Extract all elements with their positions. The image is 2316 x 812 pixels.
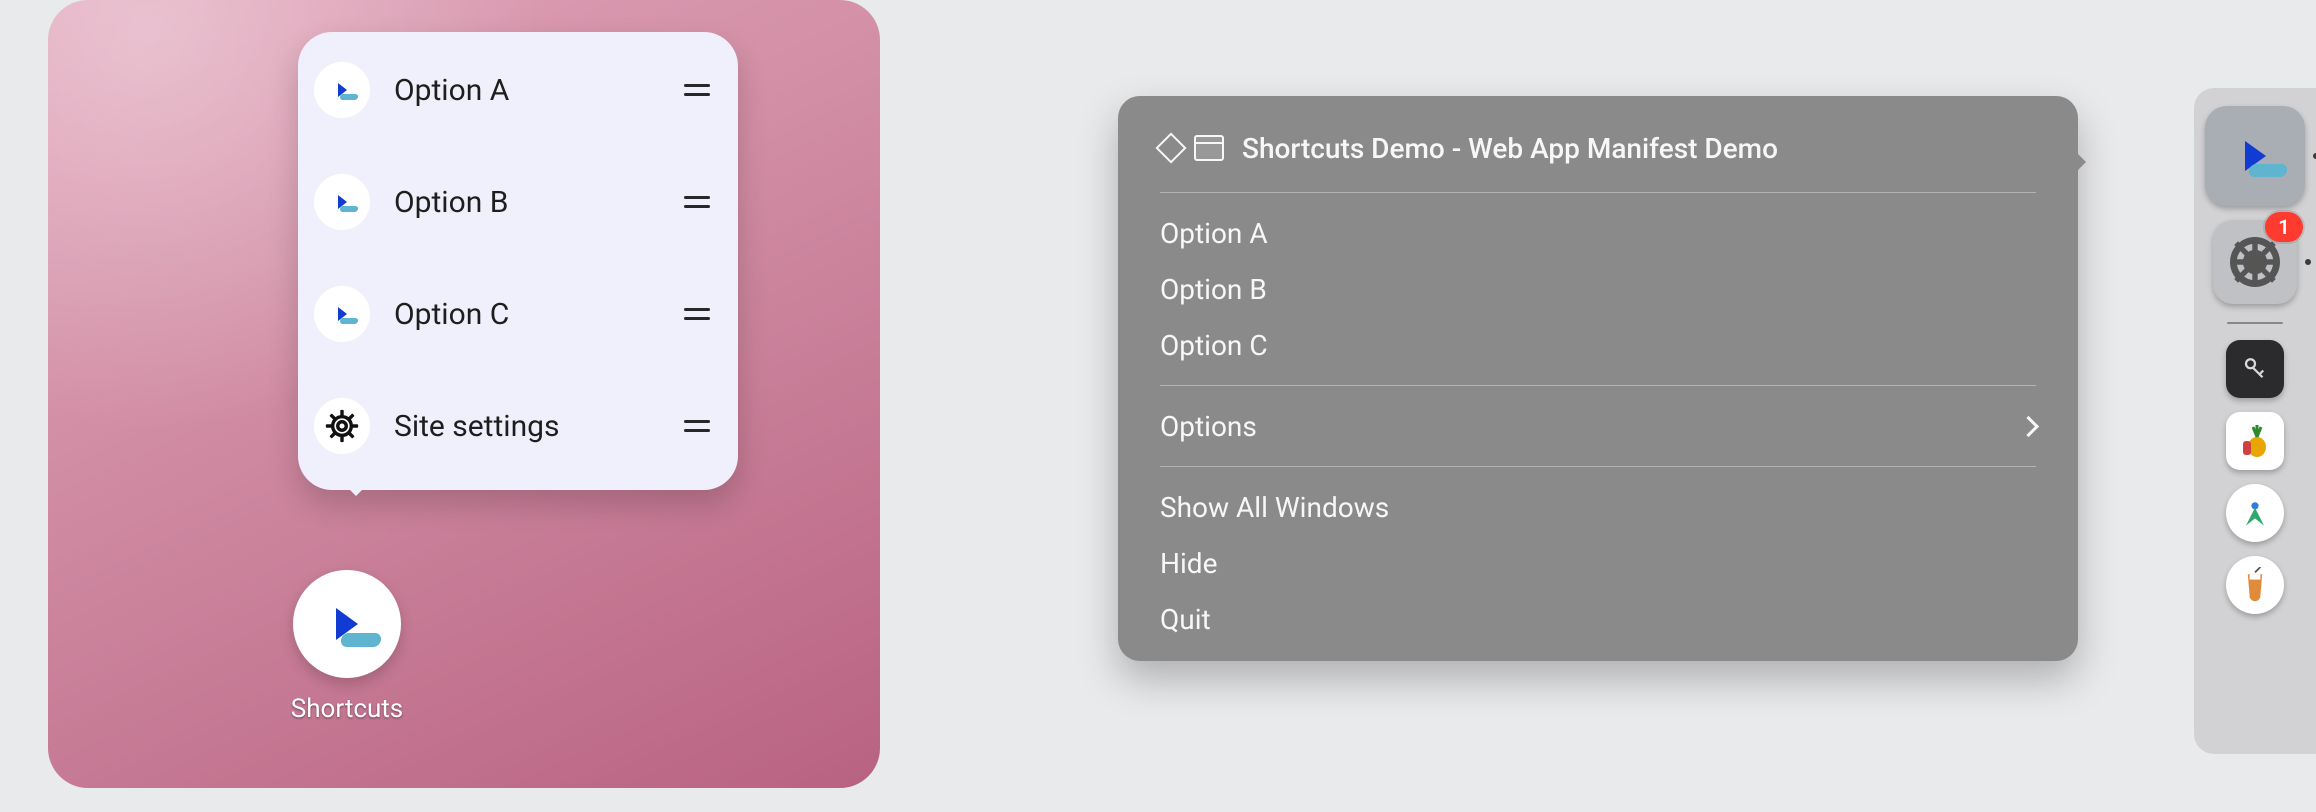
shortcuts-icon (2245, 141, 2266, 171)
dock-app-iterm[interactable] (2226, 556, 2284, 614)
menu-item-options[interactable]: Options (1118, 398, 2078, 454)
shortcut-label: Option A (394, 73, 684, 108)
macos-dock: 1 (2194, 88, 2316, 754)
menu-item-option-b[interactable]: Option B (1118, 261, 2078, 317)
window-icon (1194, 135, 1224, 161)
notification-badge: 1 (2265, 212, 2303, 242)
dock-app-shortcuts-demo[interactable] (2205, 106, 2305, 206)
shortcut-label: Option B (394, 185, 684, 220)
menu-separator (1160, 466, 2036, 467)
keys-icon (2240, 354, 2270, 384)
drag-handle-icon[interactable] (684, 189, 710, 215)
shortcuts-icon (336, 608, 358, 640)
dock-app-keychain[interactable] (2226, 340, 2284, 398)
diamond-icon (1155, 132, 1186, 163)
menu-item-option-c[interactable]: Option C (1118, 317, 2078, 373)
chevron-right-icon (2018, 415, 2039, 436)
menu-item-label: Quit (1160, 603, 1211, 636)
dock-app-system-settings[interactable]: 1 (2213, 220, 2297, 304)
menu-separator (1160, 385, 2036, 386)
macos-dock-context-menu: Shortcuts Demo - Web App Manifest Demo O… (1118, 96, 2078, 661)
shortcut-item-option-b[interactable]: Option B (298, 144, 738, 256)
shortcut-item-option-c[interactable]: Option C (298, 256, 738, 368)
pineapple-drink-icon (2235, 421, 2275, 461)
drink-icon (2237, 567, 2273, 603)
drag-handle-icon[interactable] (684, 77, 710, 103)
compass-icon (2237, 495, 2273, 531)
running-indicator-icon (2305, 259, 2311, 265)
menu-item-hide[interactable]: Hide (1118, 535, 2078, 591)
app-launcher-icon[interactable] (293, 570, 401, 678)
shortcut-item-site-settings[interactable]: Site settings (298, 368, 738, 480)
menu-title-row[interactable]: Shortcuts Demo - Web App Manifest Demo (1118, 116, 2078, 180)
menu-item-label: Option B (1160, 273, 1267, 306)
dock-app-android-studio[interactable] (2226, 484, 2284, 542)
shortcut-item-option-a[interactable]: Option A (298, 42, 738, 144)
dock-divider (2227, 322, 2283, 324)
app-launcher-label: Shortcuts (258, 694, 436, 724)
menu-separator (1160, 192, 2036, 193)
android-shortcut-popup: Option A Option B Option C (298, 32, 738, 490)
shortcuts-icon (314, 174, 370, 230)
menu-item-option-a[interactable]: Option A (1118, 205, 2078, 261)
menu-item-label: Option A (1160, 217, 1268, 250)
menu-item-label: Hide (1160, 547, 1217, 580)
gear-icon (314, 398, 370, 454)
menu-item-label: Option C (1160, 329, 1268, 362)
dock-app-handbrake[interactable] (2226, 412, 2284, 470)
shortcut-label: Option C (394, 297, 684, 332)
menu-title: Shortcuts Demo - Web App Manifest Demo (1242, 132, 1778, 165)
menu-item-label: Options (1160, 410, 1257, 443)
shortcuts-icon (314, 62, 370, 118)
drag-handle-icon[interactable] (684, 301, 710, 327)
gear-icon (2228, 235, 2282, 289)
shortcut-label: Site settings (394, 409, 684, 444)
menu-item-quit[interactable]: Quit (1118, 591, 2078, 647)
menu-item-show-all-windows[interactable]: Show All Windows (1118, 479, 2078, 535)
shortcuts-icon (314, 286, 370, 342)
android-home-screen: Option A Option B Option C (48, 0, 880, 788)
drag-handle-icon[interactable] (684, 413, 710, 439)
menu-item-label: Show All Windows (1160, 491, 1389, 524)
